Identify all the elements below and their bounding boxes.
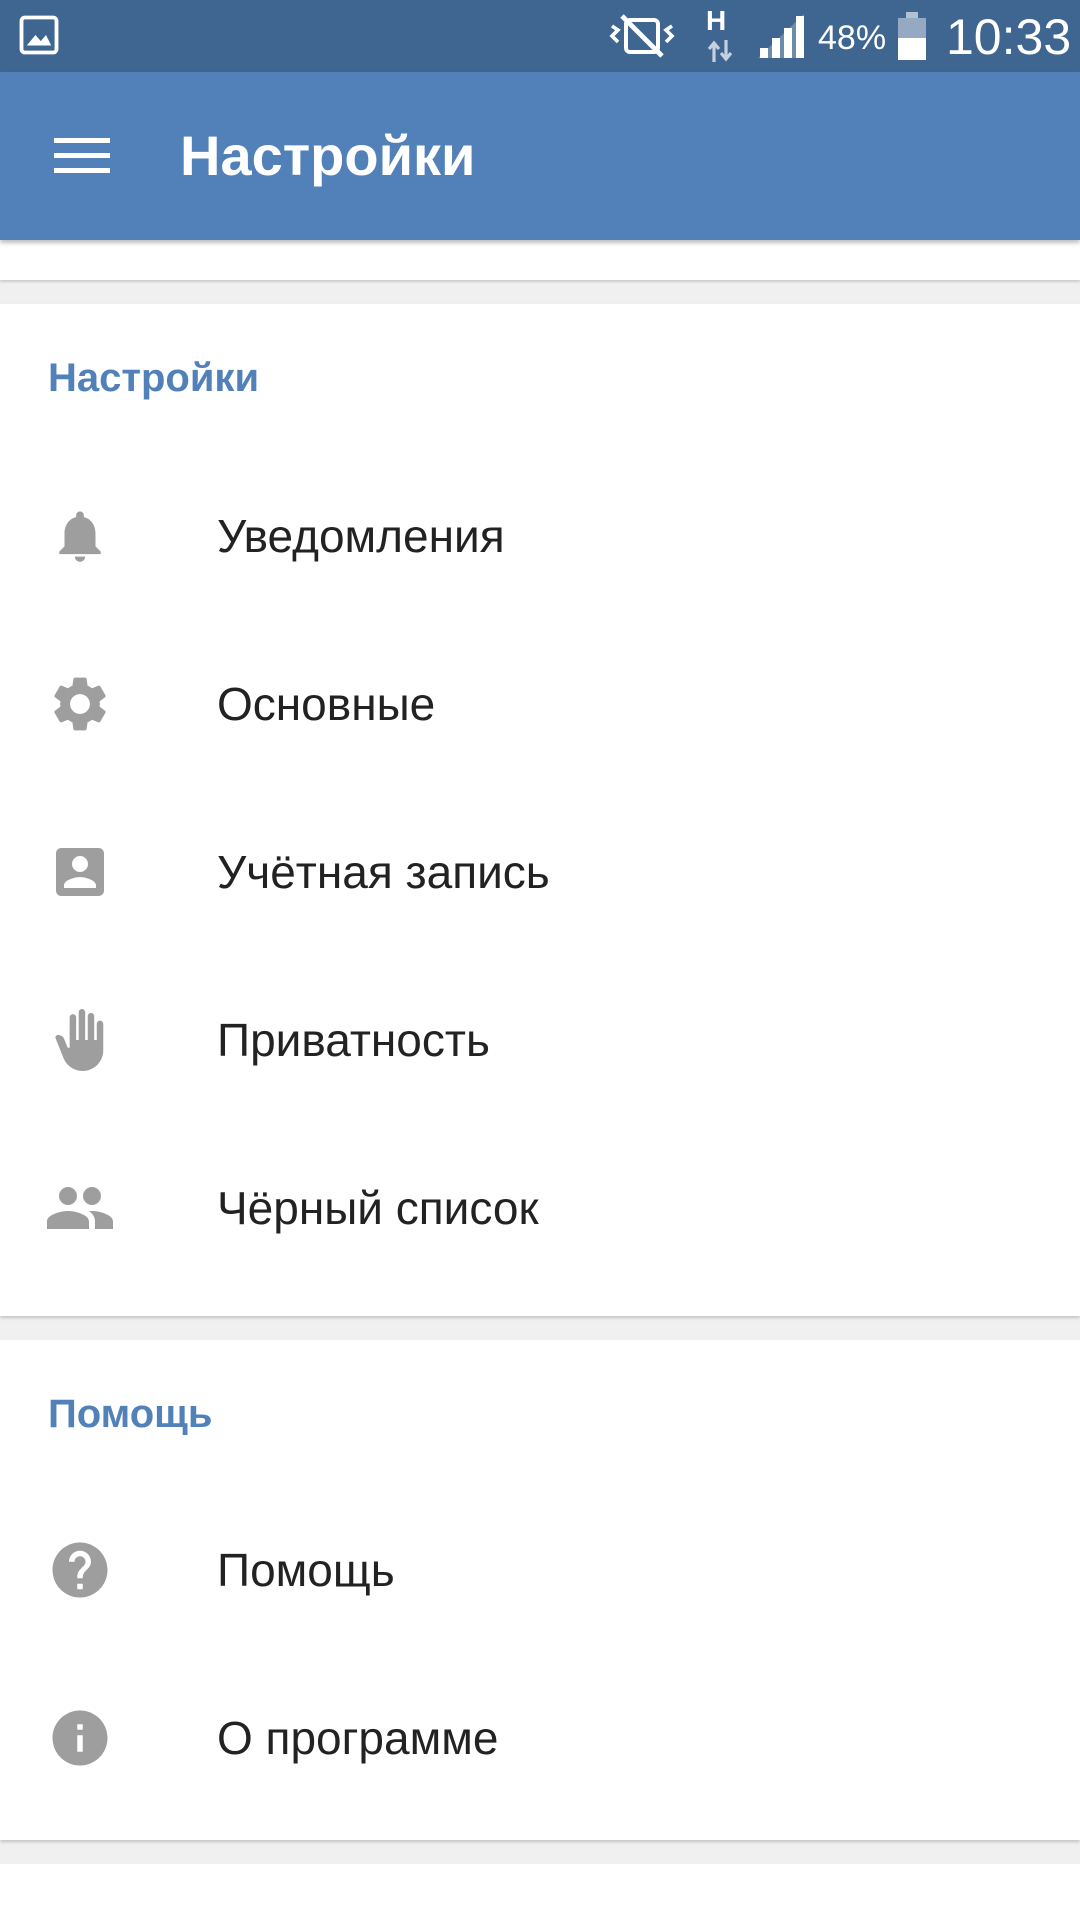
help-item-help[interactable]: Помощь [0,1486,1080,1654]
menu-button[interactable] [40,114,124,198]
hand-icon [40,1000,120,1080]
battery-percent: 48% [818,19,887,57]
hamburger-menu-icon [54,138,110,173]
settings-item-label: Чёрный список [217,1182,539,1234]
bottom-strip [0,1864,1080,1920]
help-item-label: Помощь [217,1544,395,1596]
status-bar: H 48% 10:33 [0,0,1080,72]
status-clock: 10:33 [946,9,1072,65]
help-item-label: О программе [217,1712,499,1764]
app-bar: Настройки [0,72,1080,240]
gear-icon [40,664,120,744]
settings-item-privacy[interactable]: Приватность [0,956,1080,1124]
top-divider-strip [0,240,1080,280]
gallery-notification-icon [19,15,59,55]
help-circle-icon [40,1530,120,1610]
info-icon [40,1698,120,1778]
help-section: Помощь Помощь О программе [0,1340,1080,1840]
settings-item-notifications[interactable]: Уведомления [0,452,1080,620]
signal-strength-icon [758,14,804,58]
people-icon [40,1168,120,1248]
page-title: Настройки [180,124,476,187]
bell-icon [40,496,120,576]
settings-item-label: Приватность [217,1014,490,1066]
section-header-help: Помощь [48,1392,213,1436]
data-transfer-icon [707,40,733,62]
vibrate-mute-icon [609,14,675,58]
network-type-label: H [706,5,727,36]
settings-section: Настройки Уведомления Основные Учётная з… [0,304,1080,1316]
battery-icon [898,12,926,60]
account-box-icon [40,832,120,912]
settings-item-label: Учётная запись [217,846,550,898]
settings-item-general[interactable]: Основные [0,620,1080,788]
settings-item-label: Основные [217,678,436,730]
help-item-about[interactable]: О программе [0,1654,1080,1822]
settings-item-account[interactable]: Учётная запись [0,788,1080,956]
settings-item-label: Уведомления [217,510,505,562]
settings-item-blacklist[interactable]: Чёрный список [0,1124,1080,1292]
section-header-settings: Настройки [48,356,260,400]
